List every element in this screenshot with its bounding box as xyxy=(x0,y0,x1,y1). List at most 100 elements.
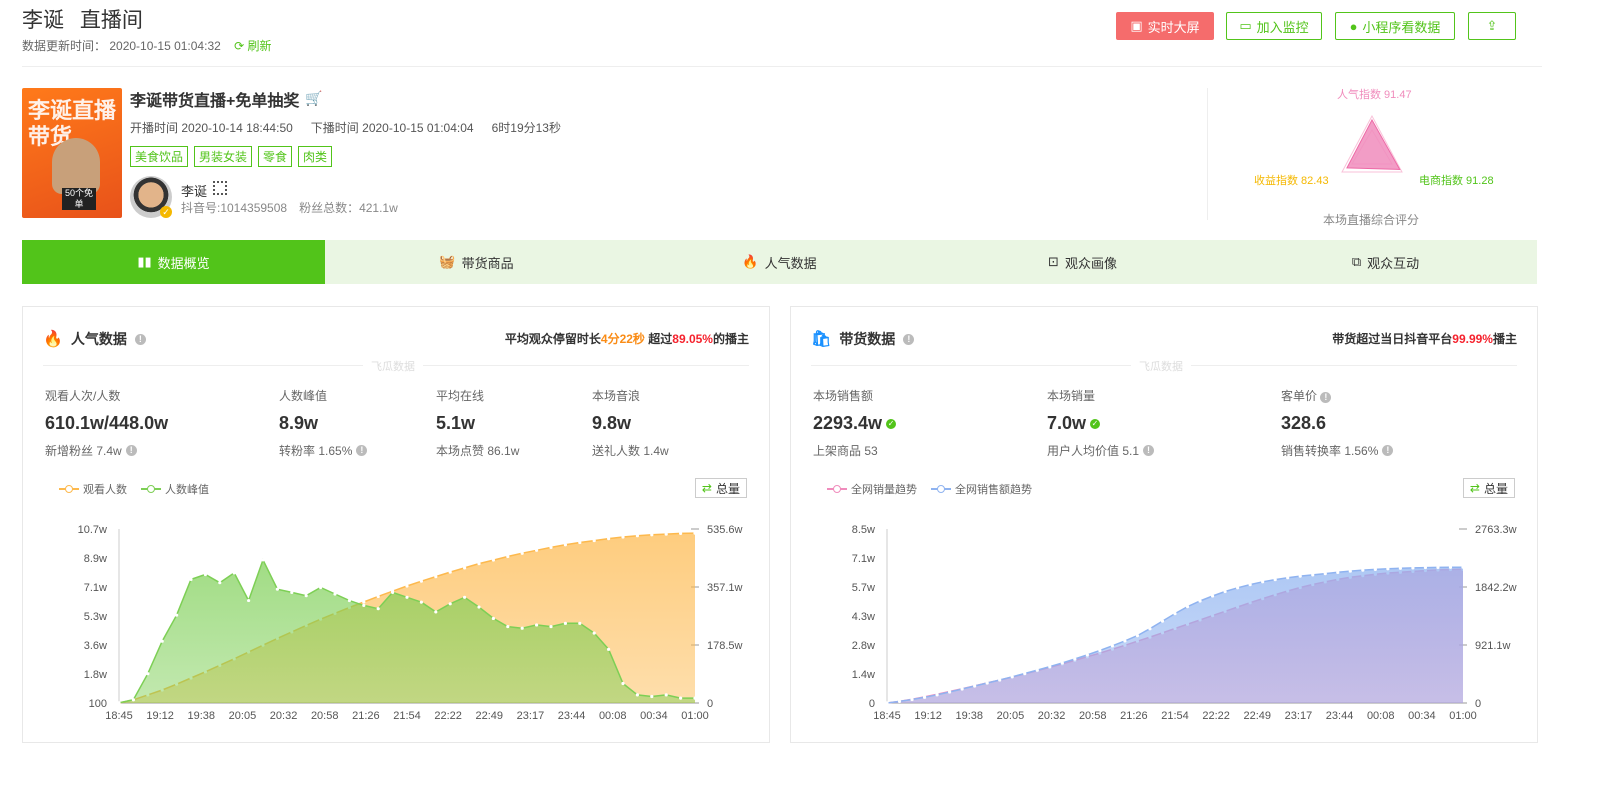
y-left-tick-label: 1.4w xyxy=(852,669,875,681)
refresh-button[interactable]: ⟳ 刷新 xyxy=(234,39,271,53)
room-label: 直播间 xyxy=(79,9,143,32)
qr-code-icon[interactable] xyxy=(213,181,227,195)
y-right-tick-label: 2763.3w xyxy=(1475,524,1517,536)
tag-food[interactable]: 美食饮品 xyxy=(130,146,189,167)
fire-icon: 🔥 xyxy=(742,254,759,269)
tag-clothing[interactable]: 男装女装 xyxy=(194,146,253,167)
data-point xyxy=(362,600,366,604)
data-point xyxy=(434,610,438,614)
share-button[interactable]: ⇪ xyxy=(1468,12,1516,40)
stat-sub: 送礼人数 1.4w xyxy=(592,442,669,459)
info-icon[interactable]: ! xyxy=(1143,445,1155,456)
data-point xyxy=(1311,573,1315,577)
legend-item[interactable]: 观看人数 xyxy=(59,481,127,497)
stat-label: 本场销售额 xyxy=(813,389,874,403)
x-tick-label: 18:45 xyxy=(105,710,133,722)
y-left-tick-label: 2.8w xyxy=(852,640,875,652)
host-name[interactable]: 李诞 xyxy=(181,181,207,200)
stat-value: 9.8w xyxy=(592,413,632,433)
data-point xyxy=(1073,657,1077,661)
y-left-tick-label: 8.5w xyxy=(852,524,875,536)
tag-snacks[interactable]: 零食 xyxy=(258,146,293,167)
data-point xyxy=(189,577,193,582)
tab-products[interactable]: 🧺 带货商品 xyxy=(325,240,628,284)
data-point xyxy=(948,690,952,694)
stat-views: 观看人次/人数 610.1w/448.0w 新增粉丝 7.4w! xyxy=(45,387,168,459)
x-tick-label: 23:44 xyxy=(558,710,586,722)
data-point xyxy=(491,616,495,621)
data-point xyxy=(535,623,539,627)
total-toggle-button[interactable]: ⇄ 总量 xyxy=(694,478,747,498)
stat-sound-wave: 本场音浪 9.8w 送礼人数 1.4w xyxy=(592,387,669,459)
legend-label: 全网销量趋势 xyxy=(851,484,917,496)
stat-value-row: 2293.4w ✓ xyxy=(813,413,897,434)
data-point xyxy=(621,681,625,686)
data-point xyxy=(506,554,510,559)
tab-audience[interactable]: ⊡ 观众画像 xyxy=(931,240,1234,284)
x-tick-label: 20:05 xyxy=(229,710,257,722)
mini-program-button[interactable]: ● 小程序看数据 xyxy=(1335,12,1455,40)
popularity-title-text: 人气数据 xyxy=(70,331,127,347)
data-point xyxy=(1461,565,1465,569)
legend-item[interactable]: 全网销售额趋势 xyxy=(931,481,1032,497)
tag-meat[interactable]: 肉类 xyxy=(298,146,333,167)
stat-avg-online: 平均在线 5.1w 本场点赞 86.1w xyxy=(436,387,519,459)
data-point xyxy=(985,681,989,685)
y-right-tick-label: 357.1w xyxy=(707,582,743,594)
mini-program-icon: ● xyxy=(1349,18,1358,34)
x-tick-label: 20:05 xyxy=(997,710,1025,722)
data-point xyxy=(592,631,596,635)
data-point xyxy=(578,621,582,625)
data-point xyxy=(1348,569,1352,573)
data-point xyxy=(650,533,654,537)
data-point xyxy=(1361,568,1365,572)
tab-bar: ▮▮ 数据概览 🧺 带货商品 🔥 人气数据 ⊡ 观众画像 ⧉ 观众互动 xyxy=(22,240,1537,284)
total-toggle-button[interactable]: ⇄ 总量 xyxy=(1462,478,1515,498)
legend-item[interactable]: 人数峰值 xyxy=(141,481,209,497)
start-label: 开播时间 xyxy=(130,121,179,135)
stay-percentile: 89.05% xyxy=(672,332,713,346)
data-point xyxy=(1423,565,1428,570)
data-point xyxy=(117,701,121,705)
tab-overview[interactable]: ▮▮ 数据概览 xyxy=(22,240,325,284)
legend-label: 全网销售额趋势 xyxy=(955,484,1032,496)
score-radar-chart: 人气指数 91.47 收益指数 82.43 电商指数 91.28 xyxy=(1254,87,1494,187)
share-icon: ⇪ xyxy=(1486,18,1498,33)
fans-total: 粉丝总数：421.1w xyxy=(299,201,398,215)
start-time: 开播时间 2020-10-14 18:44:50 xyxy=(130,119,293,136)
stat-unit-price: 客单价 ! 328.6 销售转换率 1.56%! xyxy=(1281,387,1394,459)
x-tick-label: 21:26 xyxy=(1120,710,1148,722)
data-point xyxy=(1198,599,1202,603)
info-icon[interactable]: ! xyxy=(1382,445,1394,456)
live-cover-image[interactable]: 李诞直播带货 50个免单 xyxy=(22,88,122,218)
data-point xyxy=(419,600,423,604)
portrait-icon: ⊡ xyxy=(1048,254,1059,269)
data-point xyxy=(1110,644,1114,648)
stat-sub: 销售转换率 1.56%! xyxy=(1281,442,1394,459)
x-tick-label: 01:00 xyxy=(681,710,709,722)
legend-item[interactable]: 全网销量趋势 xyxy=(827,481,917,497)
legend-label: 观看人数 xyxy=(83,484,127,496)
y-right-tick-label: 535.6w xyxy=(707,524,743,536)
y-right-tick-label: 1842.2w xyxy=(1475,582,1517,594)
data-point xyxy=(1010,675,1014,679)
add-monitor-button[interactable]: ▭ 加入监控 xyxy=(1226,12,1322,40)
tab-popularity[interactable]: 🔥 人气数据 xyxy=(628,240,931,284)
info-icon[interactable]: ! xyxy=(125,445,137,456)
x-tick-label: 21:26 xyxy=(352,710,380,722)
info-icon[interactable]: ! xyxy=(356,445,368,456)
info-icon[interactable]: ! xyxy=(134,333,146,345)
tab-interaction[interactable]: ⧉ 观众互动 xyxy=(1234,240,1537,284)
data-point xyxy=(693,696,697,700)
stat-sub: 新增粉丝 7.4w! xyxy=(45,442,168,459)
info-icon[interactable]: ! xyxy=(903,333,915,345)
data-point xyxy=(960,687,964,691)
x-tick-label: 19:12 xyxy=(914,710,942,722)
stat-value: 5.1w xyxy=(436,413,476,433)
big-screen-button[interactable]: ▣ 实时大屏 xyxy=(1116,12,1214,40)
stat-sub-text: 转粉率 1.65% xyxy=(279,444,353,458)
data-point xyxy=(679,696,683,700)
data-point xyxy=(607,537,611,541)
ecommerce-score-label: 电商指数 91.28 xyxy=(1419,173,1494,187)
info-icon[interactable]: ! xyxy=(1320,392,1332,403)
